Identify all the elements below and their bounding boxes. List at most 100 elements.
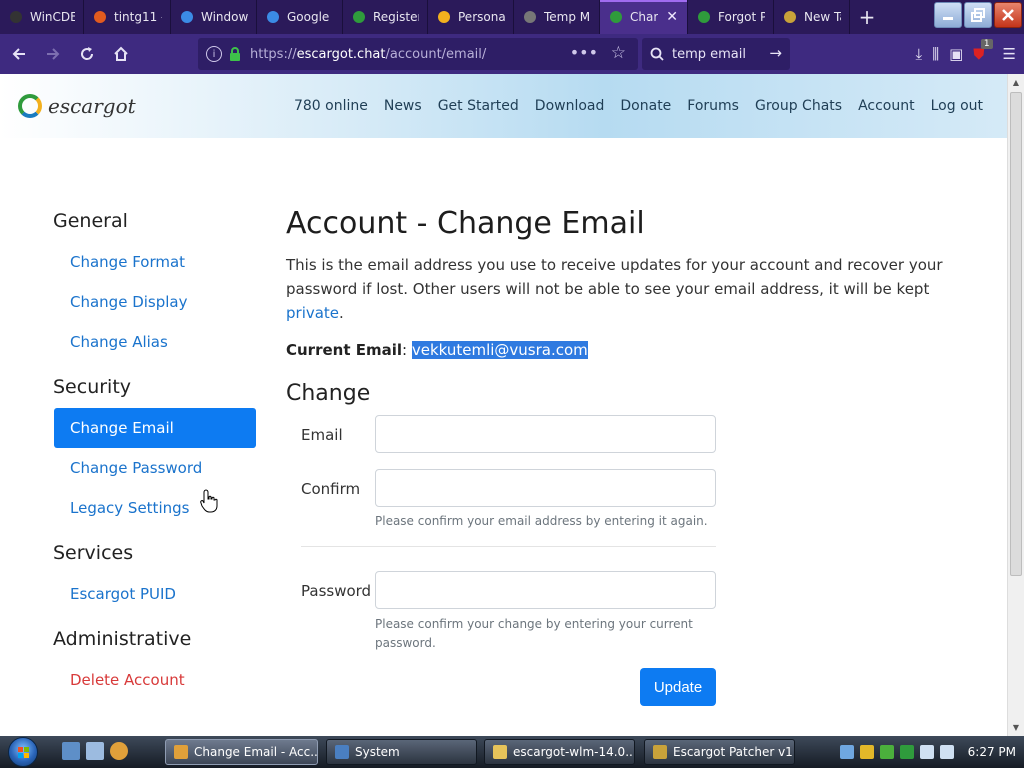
scroll-thumb[interactable] [1010, 92, 1022, 576]
confirm-help-text: Please confirm your email address by ent… [375, 514, 708, 528]
sidebar-item[interactable]: Legacy Settings [54, 488, 256, 528]
taskbar-app-icon [493, 745, 507, 759]
site-logo[interactable]: escargot [18, 94, 136, 118]
site-nav-link[interactable]: Account [858, 98, 915, 114]
back-button[interactable] [4, 39, 34, 69]
network-icon[interactable] [919, 745, 934, 759]
updates-icon[interactable] [899, 745, 914, 759]
downloads-icon[interactable]: ⤓ [916, 45, 923, 63]
close-button[interactable] [994, 2, 1022, 28]
network-user-icon[interactable] [839, 745, 854, 759]
site-header: escargot 780 online News Get Started Downlo… [0, 74, 1007, 138]
browser-tab[interactable]: Register [343, 0, 428, 34]
forward-button[interactable] [38, 39, 68, 69]
search-box[interactable]: temp email → [642, 38, 790, 70]
sidebar-item[interactable]: Change Email [54, 408, 256, 448]
start-button[interactable] [8, 737, 38, 767]
url-host: escargot.chat [296, 46, 386, 62]
site-nav: 780 online News Get Started Download Donate F… [294, 98, 983, 114]
restore-icon [971, 8, 985, 22]
browser-tab[interactable]: Google Driv [257, 0, 343, 34]
site-nav-link[interactable]: Forums [687, 98, 739, 114]
info-icon[interactable]: i [206, 46, 222, 62]
home-button[interactable] [106, 39, 136, 69]
address-bar[interactable]: i https://escargot.chat/account/email/ •… [198, 38, 638, 70]
update-button[interactable]: Update [640, 668, 716, 706]
taskbar-item-label: Escargot Patcher v1.0 [673, 745, 795, 759]
site-nav-link[interactable]: Log out [931, 98, 983, 114]
site-nav-link[interactable]: Download [535, 98, 605, 114]
browser-tab[interactable]: Temp M [514, 0, 600, 34]
reddit-icon [92, 9, 108, 25]
current-email-value[interactable]: vekkutemli@vusra.com [411, 341, 588, 359]
browser-tab[interactable]: Forgot P [688, 0, 774, 34]
browser-tab[interactable]: New Tab [774, 0, 850, 34]
toolbar-right: ⤓ ⫼ ▣ ⛊ 1 ☰ [916, 38, 1016, 70]
quick-launch [62, 742, 128, 760]
browser-tab[interactable]: WinCDE [0, 0, 84, 34]
site-nav-link[interactable]: News [384, 98, 422, 114]
minimize-button[interactable] [934, 2, 962, 28]
explorer-icon[interactable] [86, 742, 104, 760]
show-desktop-icon[interactable] [62, 742, 80, 760]
sidebar-item[interactable]: Change Display [54, 282, 256, 322]
password-field[interactable] [375, 571, 716, 609]
tab-label: Window [201, 10, 248, 24]
maximize-button[interactable] [964, 2, 992, 28]
volume-icon[interactable] [939, 745, 954, 759]
search-input[interactable]: temp email [672, 47, 746, 62]
tab-close-icon[interactable]: ✕ [666, 9, 678, 25]
site-nav-link[interactable]: Donate [620, 98, 671, 114]
tab-label: Personal [458, 10, 505, 24]
new-tab-button[interactable]: + [850, 0, 884, 34]
page-actions-icon[interactable]: ••• [570, 43, 598, 62]
bookmark-star-icon[interactable]: ☆ [611, 43, 626, 63]
confirm-email-field[interactable] [375, 469, 716, 507]
form-divider [301, 546, 716, 547]
sidebar-item[interactable]: Delete Account [54, 660, 256, 700]
sidebar-item[interactable]: Change Password [54, 448, 256, 488]
firefox-icon[interactable] [110, 742, 128, 760]
menu-icon[interactable]: ☰ [1003, 45, 1016, 63]
close-icon [1002, 9, 1014, 21]
taskbar-item[interactable]: System [326, 739, 477, 765]
navigation-toolbar: i https://escargot.chat/account/email/ •… [0, 34, 1024, 74]
ublock-icon[interactable]: ⛊ 1 [973, 39, 993, 63]
system-clock[interactable]: 6:27 PM [968, 745, 1016, 759]
escargot-icon [608, 9, 624, 25]
scroll-down-icon[interactable]: ▼ [1011, 723, 1021, 732]
description-body: This is the email address you use to rec… [286, 256, 943, 298]
search-go-arrow-icon[interactable]: → [769, 44, 782, 62]
browser-tab[interactable]: Window [171, 0, 257, 34]
url-path: /account/email/ [385, 46, 487, 62]
site-nav-link[interactable]: Get Started [438, 98, 519, 114]
email-field[interactable] [375, 415, 716, 453]
taskbar-item[interactable]: Change Email - Acc... [165, 739, 318, 765]
security-shield-icon[interactable] [859, 745, 874, 759]
email-label: Email [301, 426, 343, 444]
tab-label: Google Driv [287, 10, 334, 24]
gear-icon [8, 9, 24, 25]
change-section-title: Change [286, 381, 371, 406]
browser-tab[interactable]: Personal [428, 0, 514, 34]
private-link[interactable]: private [286, 304, 339, 322]
sidebar-icon[interactable]: ▣ [949, 45, 963, 63]
sidebar-item[interactable]: Escargot PUID [54, 574, 256, 614]
sidebar-item[interactable]: Change Alias [54, 322, 256, 362]
browser-tab[interactable]: Char ✕ [600, 0, 688, 34]
vertical-scrollbar[interactable]: ▲ ▼ [1007, 74, 1024, 736]
reload-button[interactable] [72, 39, 102, 69]
library-icon[interactable]: ⫼ [932, 45, 939, 63]
browser-tab[interactable]: tintg11 - [84, 0, 171, 34]
scroll-up-icon[interactable]: ▲ [1011, 78, 1021, 87]
password-help-text: Please confirm your change by entering y… [375, 617, 693, 650]
system-tray: 6:27 PM [834, 736, 1024, 768]
action-center-icon[interactable] [879, 745, 894, 759]
description-text: This is the email address you use to rec… [286, 253, 946, 325]
taskbar-app-icon [335, 745, 349, 759]
current-email-row: Current Email: vekkutemli@vusra.com [286, 341, 588, 359]
taskbar-item[interactable]: escargot-wlm-14.0.... [484, 739, 635, 765]
taskbar-item[interactable]: Escargot Patcher v1.0 [644, 739, 795, 765]
site-nav-link[interactable]: Group Chats [755, 98, 842, 114]
sidebar-item[interactable]: Change Format [54, 242, 256, 282]
